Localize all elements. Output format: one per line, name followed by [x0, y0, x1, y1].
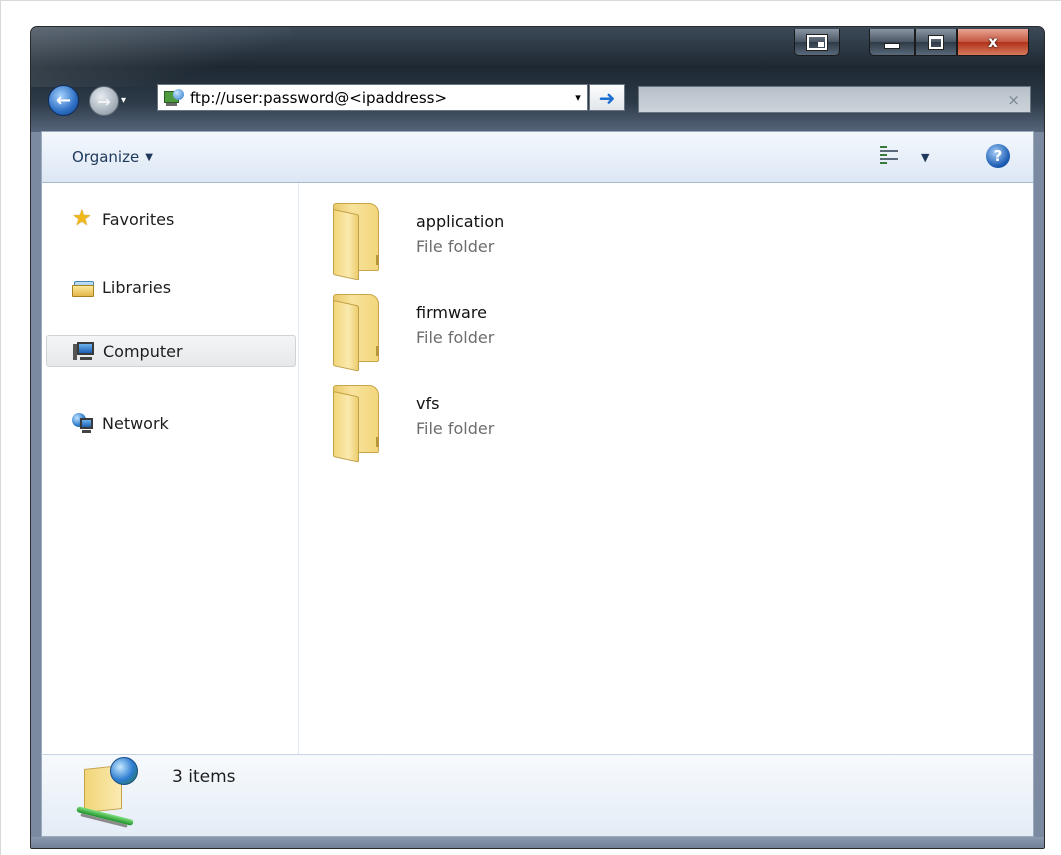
search-box[interactable]: ×: [638, 86, 1031, 113]
star-icon: ★: [72, 206, 92, 231]
file-list: application File folder firmware File fo…: [299, 183, 1034, 754]
sidebar-item-label: Favorites: [102, 209, 175, 229]
file-name: vfs: [416, 394, 440, 413]
recent-pages-dropdown[interactable]: ▾: [121, 95, 126, 106]
address-input[interactable]: ftp://user:password@<ipaddress>: [190, 89, 569, 107]
folder-icon: [333, 203, 381, 281]
navigation-pane: ★ Favorites Libraries Computer Network: [41, 183, 299, 754]
minimize-button[interactable]: [869, 29, 915, 56]
file-type: File folder: [416, 419, 495, 438]
organize-menu[interactable]: Organize ▼: [72, 148, 153, 166]
forward-arrow-icon: →: [97, 91, 111, 111]
sidebar-item-label: Libraries: [102, 277, 172, 297]
minimize-icon: [884, 43, 900, 49]
list-item[interactable]: vfs File folder: [333, 379, 633, 463]
list-item[interactable]: application File folder: [333, 197, 633, 281]
ftp-location-icon: [164, 88, 186, 107]
libraries-icon: [72, 276, 96, 298]
file-type: File folder: [416, 328, 495, 347]
sidebar-item-network[interactable]: Network: [46, 407, 296, 439]
command-bar: Organize ▼ ▼ ?: [41, 131, 1034, 183]
sidebar-item-libraries[interactable]: Libraries: [46, 271, 296, 303]
folder-icon: [333, 294, 381, 372]
view-options-dropdown[interactable]: ▼: [921, 151, 929, 164]
network-icon: [72, 412, 96, 434]
switch-window-button[interactable]: [794, 29, 840, 56]
file-name: application: [416, 212, 505, 231]
go-button[interactable]: ➜: [589, 84, 625, 111]
close-button[interactable]: x: [957, 29, 1029, 56]
titlebar-glass: [31, 27, 291, 87]
sidebar-item-favorites[interactable]: ★ Favorites: [46, 203, 296, 235]
folder-icon: [333, 385, 381, 463]
file-type: File folder: [416, 237, 495, 256]
organize-label: Organize: [72, 148, 140, 166]
window-bottom-border: [31, 837, 1044, 848]
computer-icon: [73, 340, 97, 362]
close-icon: x: [988, 33, 998, 51]
address-bar[interactable]: ftp://user:password@<ipaddress> ▾: [157, 84, 588, 111]
item-count: 3 items: [172, 767, 236, 787]
details-pane: 3 items: [41, 754, 1034, 837]
sidebar-item-label: Network: [102, 413, 169, 433]
maximize-button[interactable]: [915, 29, 957, 56]
back-arrow-icon: ←: [55, 90, 72, 111]
ftp-folder-icon: [74, 757, 146, 829]
clear-search-icon[interactable]: ×: [1007, 91, 1020, 109]
change-view-icon[interactable]: [880, 144, 898, 168]
forward-button[interactable]: →: [89, 86, 119, 116]
help-icon: ?: [993, 147, 1003, 165]
back-button[interactable]: ←: [48, 85, 79, 116]
switch-window-icon: [806, 33, 828, 51]
sidebar-item-computer[interactable]: Computer: [46, 335, 296, 367]
explorer-window: x ← → ▾ ftp://user:password@<ipaddress> …: [30, 26, 1045, 849]
sidebar-item-label: Computer: [103, 341, 183, 361]
address-dropdown-icon[interactable]: ▾: [569, 91, 587, 104]
maximize-icon: [928, 34, 944, 50]
help-button[interactable]: ?: [986, 144, 1010, 168]
file-name: firmware: [416, 303, 487, 322]
organize-dropdown-icon: ▼: [145, 151, 153, 163]
go-arrow-icon: ➜: [598, 85, 616, 110]
list-item[interactable]: firmware File folder: [333, 288, 633, 372]
